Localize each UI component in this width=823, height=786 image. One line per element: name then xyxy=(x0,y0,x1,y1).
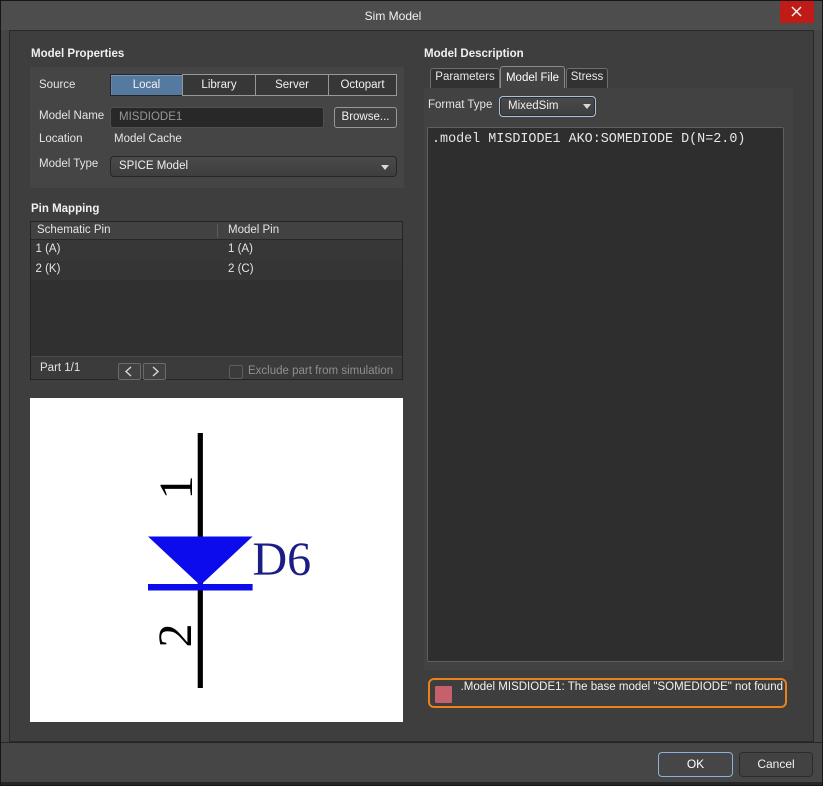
svg-text:D6: D6 xyxy=(253,533,312,586)
svg-text:2: 2 xyxy=(149,624,202,648)
svg-text:1: 1 xyxy=(150,476,203,500)
